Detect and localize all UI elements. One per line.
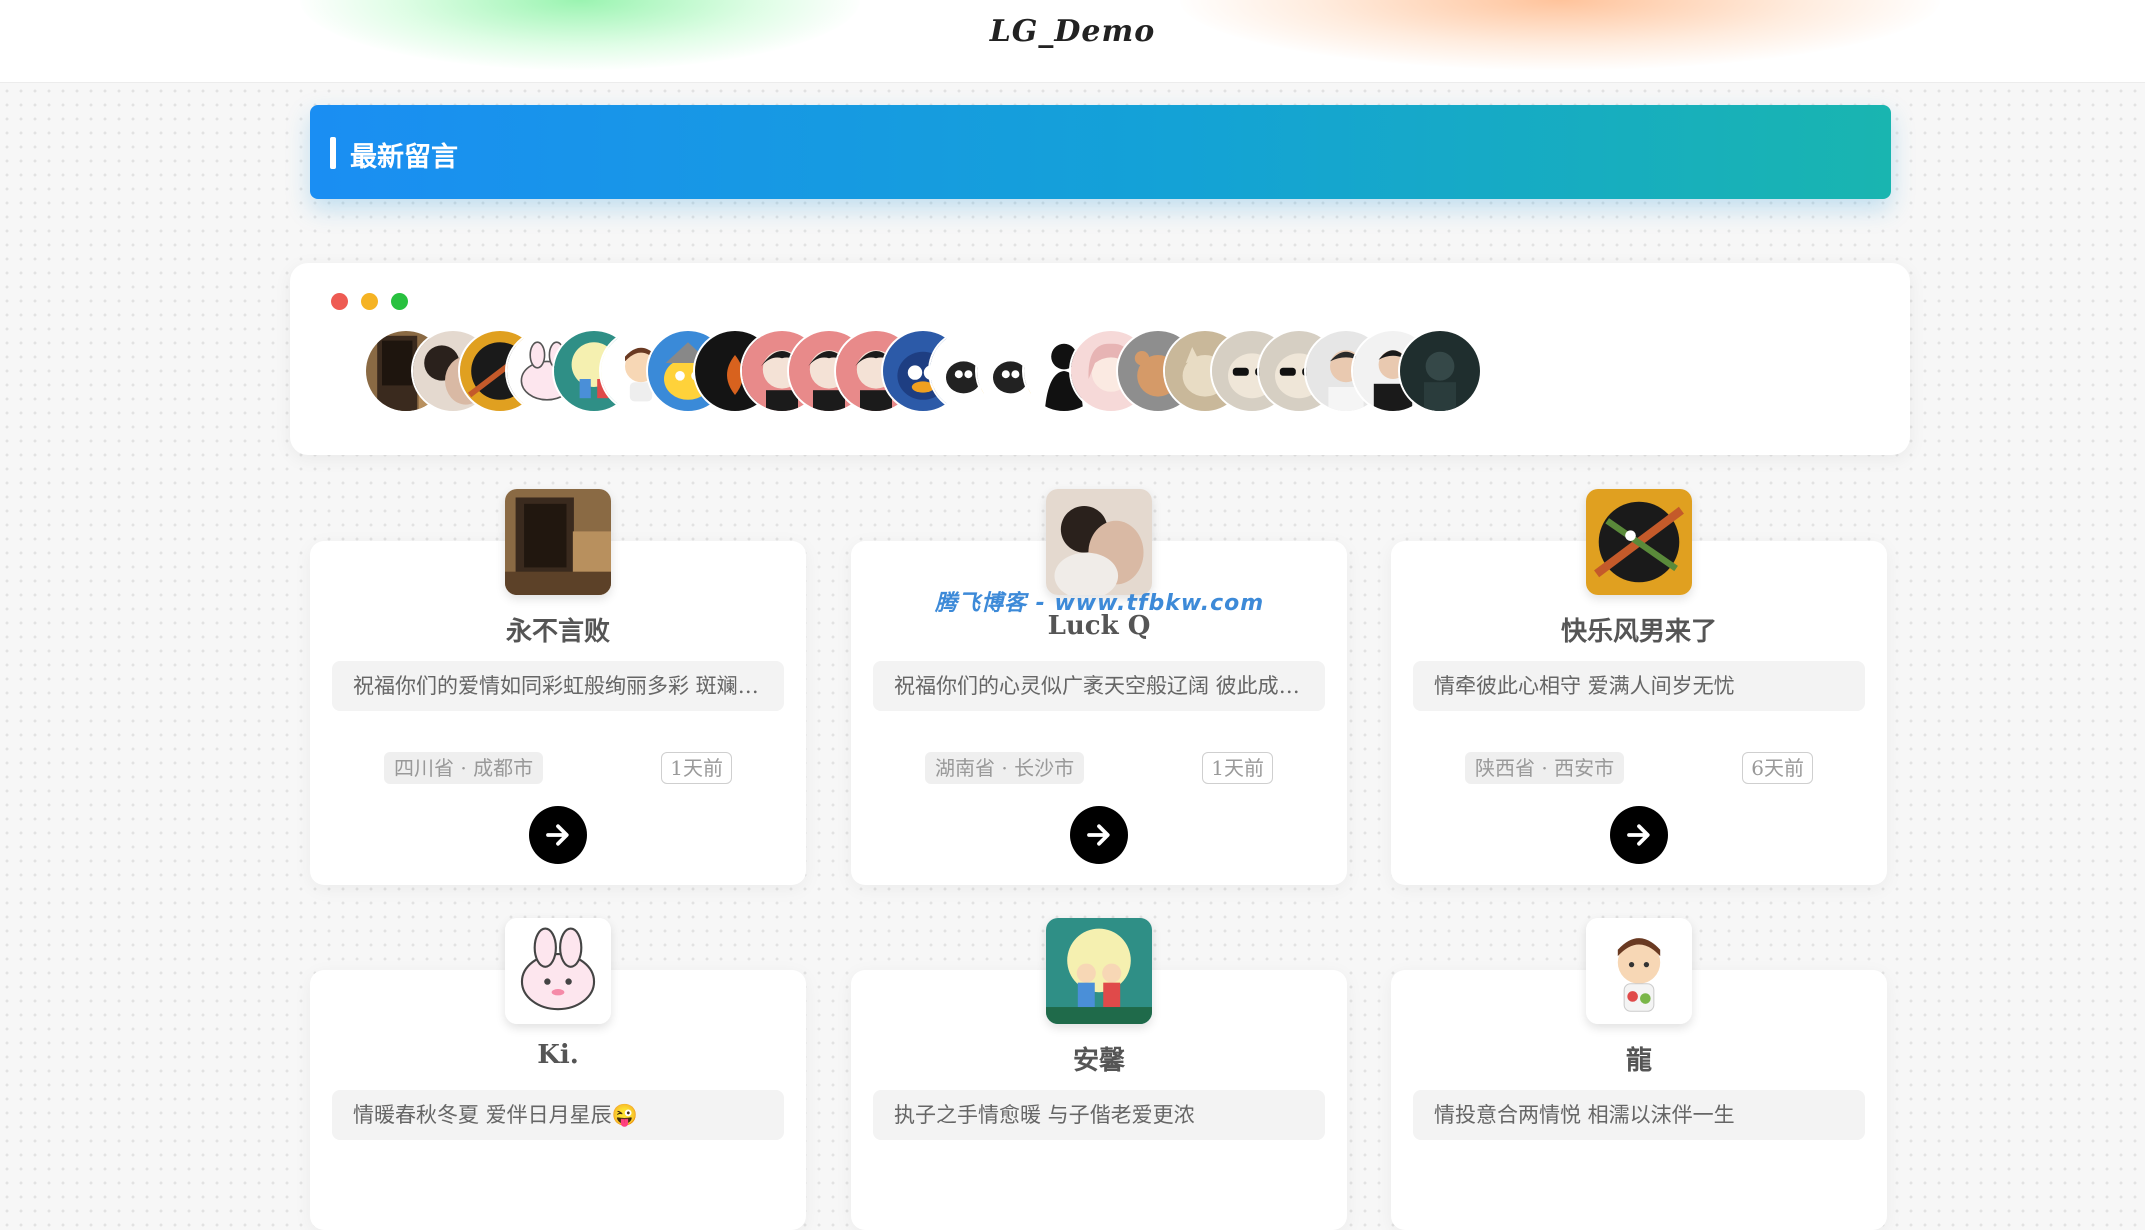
card-location-badge: 四川省 · 成都市	[384, 752, 544, 784]
avatar-strip-list	[364, 327, 1848, 415]
site-watermark: 腾飞博客 - www.tfbkw.com	[935, 591, 1265, 616]
dark-figure-avatar[interactable]	[1398, 329, 1482, 413]
card-location-badge: 湖南省 · 长沙市	[925, 752, 1085, 784]
card-message: 情投意合两情悦 相濡以沫伴一生	[1413, 1090, 1865, 1140]
arrow-right-icon	[546, 824, 569, 846]
message-card[interactable]: 安馨 执子之手情愈暖 与子偕老爱更浓	[851, 918, 1347, 1230]
card-message: 情牵彼此心相守 爱满人间岁无忧	[1413, 661, 1865, 711]
card-time-badge: 1天前	[1202, 752, 1273, 784]
card-message: 祝福你们的爱情如同彩虹般绚丽多彩 斑斓多姿	[332, 661, 784, 711]
card-open-button[interactable]	[1610, 806, 1668, 864]
site-logo[interactable]: LG_Demo	[0, 14, 2145, 49]
chibi-boy-avatar[interactable]	[1586, 918, 1692, 1024]
couple-photo-avatar[interactable]	[1046, 489, 1152, 595]
room-photo-avatar[interactable]	[505, 489, 611, 595]
card-author-name: 安馨	[1072, 1046, 1125, 1076]
bunny-sticker-avatar[interactable]	[505, 918, 611, 1024]
message-card[interactable]: Ki. 情暖春秋冬夏 爱伴日月星辰😜	[310, 918, 806, 1230]
message-card[interactable]: 永不言败 祝福你们的爱情如同彩虹般绚丽多彩 斑斓多姿 四川省 · 成都市 1天前	[310, 489, 806, 885]
card-message: 情暖春秋冬夏 爱伴日月星辰😜	[332, 1090, 784, 1140]
card-author-name: Ki.	[537, 1040, 579, 1070]
banner-accent-bar	[330, 137, 336, 169]
window-dot-green	[391, 293, 408, 310]
window-dot-red	[331, 293, 348, 310]
card-message: 祝福你们的心灵似广袤天空般辽阔 彼此成为依靠	[873, 661, 1325, 711]
card-author-name: 永不言败	[505, 617, 610, 647]
card-open-button[interactable]	[529, 806, 587, 864]
avatar-strip	[290, 263, 1910, 455]
card-message: 执子之手情愈暖 与子偕老爱更浓	[873, 1090, 1325, 1140]
section-banner: 最新留言	[310, 105, 1891, 199]
card-time-badge: 1天前	[661, 752, 732, 784]
card-author-name: 龍	[1625, 1046, 1652, 1076]
arrow-right-icon	[1627, 824, 1650, 846]
arrow-right-icon	[1087, 824, 1110, 846]
message-card[interactable]: 龍 情投意合两情悦 相濡以沫伴一生	[1391, 918, 1887, 1230]
card-location-badge: 陕西省 · 西安市	[1465, 752, 1625, 784]
card-open-button[interactable]	[1070, 806, 1128, 864]
card-time-badge: 6天前	[1742, 752, 1813, 784]
cartoon-warrior-avatar[interactable]	[1586, 489, 1692, 595]
banner-title: 最新留言	[350, 142, 458, 173]
site-header: LG_Demo	[0, 0, 2145, 83]
window-dot-yellow	[361, 293, 378, 310]
couple-moon-avatar[interactable]	[1046, 918, 1152, 1024]
message-card[interactable]: 快乐风男来了 情牵彼此心相守 爱满人间岁无忧 陕西省 · 西安市 6天前	[1391, 489, 1887, 885]
card-author-name: 快乐风男来了	[1560, 617, 1717, 647]
